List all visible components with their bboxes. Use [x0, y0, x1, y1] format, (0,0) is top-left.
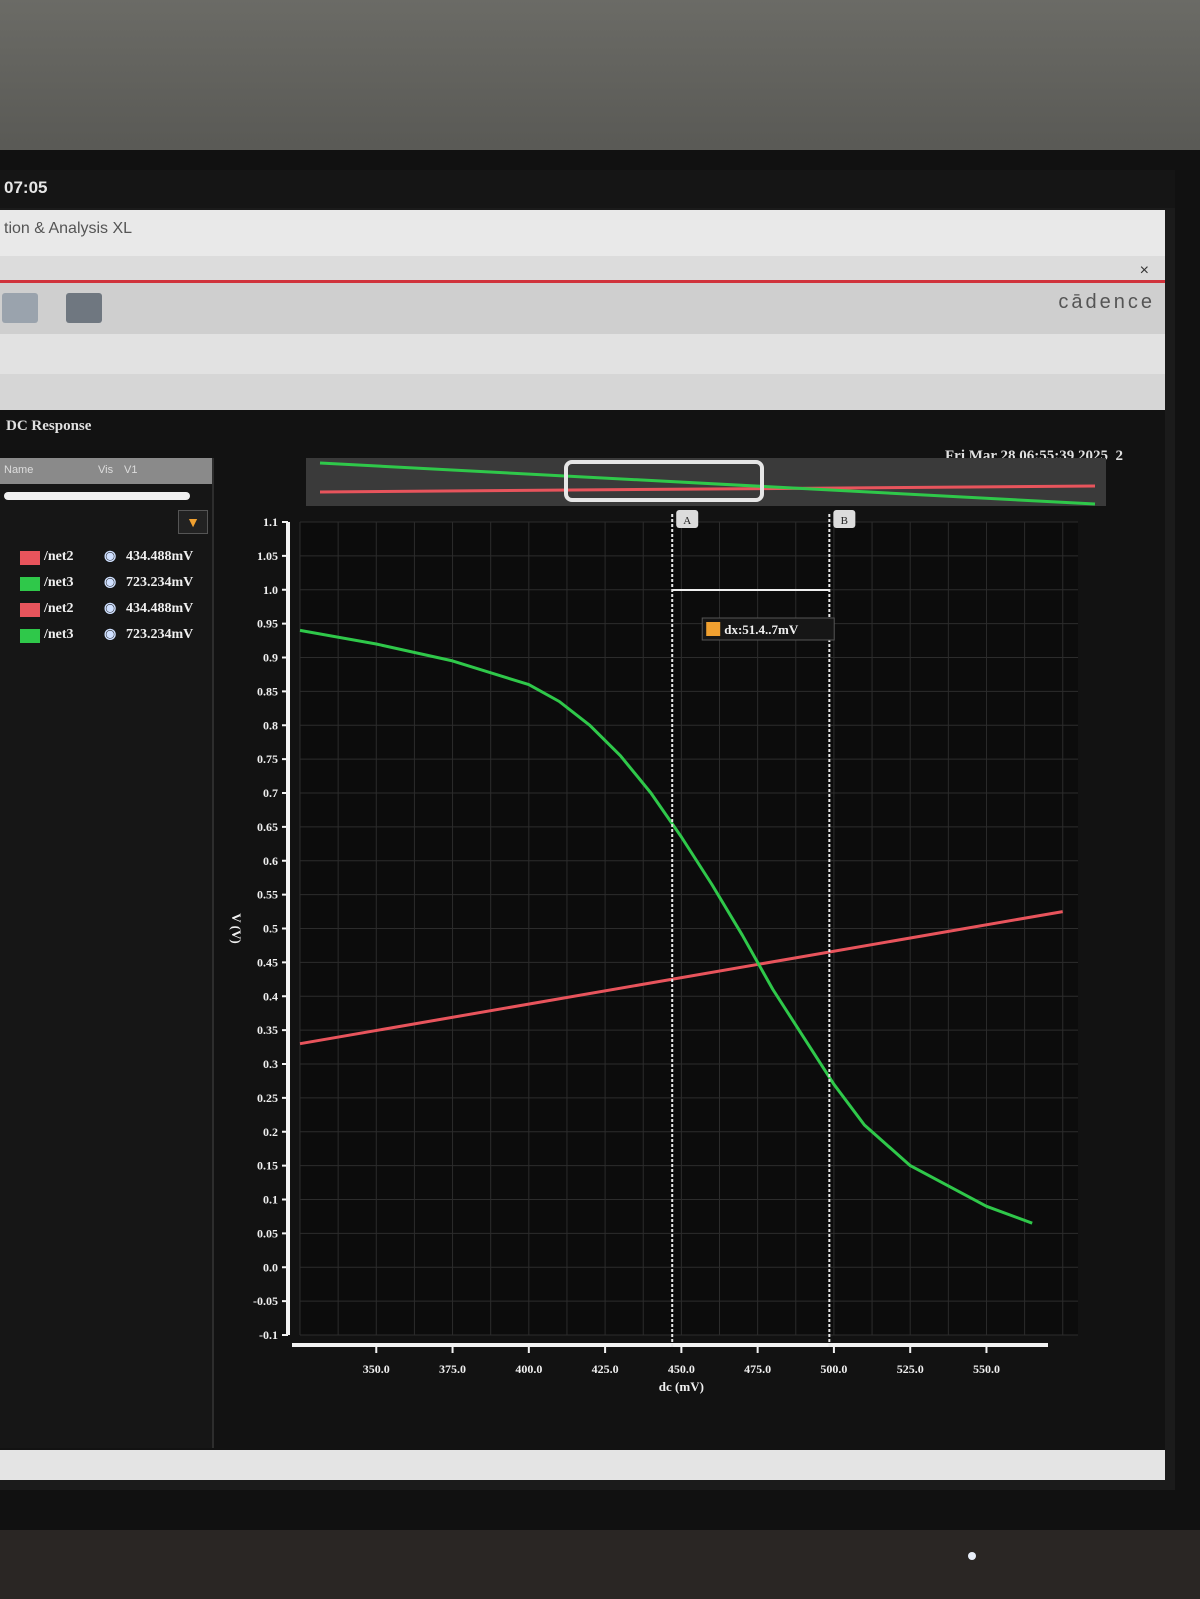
x-tick-label: 400.0	[515, 1362, 542, 1376]
y-tick-label: 1.0	[263, 583, 278, 597]
dc-response-chart: 1.1 1.05 1.0 0.95 0.9 0.85 0.8 0.75 0.7 0.65 0.6 0.…	[229, 458, 1106, 1394]
marker-a-label: A	[683, 515, 691, 527]
y-tick-label: 0.35	[257, 1023, 278, 1037]
x-tick-label: 475.0	[744, 1362, 771, 1376]
delta-swatch	[706, 622, 721, 636]
y-tick-label: 1.1	[263, 515, 278, 529]
y-tick-label: 0.3	[263, 1057, 278, 1071]
delta-readout: dx:51.4..7mV	[724, 622, 799, 637]
y-tick-label: 0.8	[263, 718, 278, 732]
y-tick-label: 0.2	[263, 1125, 278, 1139]
x-tick-label: 350.0	[363, 1362, 390, 1376]
x-tick-label: 375.0	[439, 1362, 466, 1376]
x-tick-label: 450.0	[668, 1362, 695, 1376]
y-tick-label: 1.05	[257, 549, 278, 563]
x-tick-label: 525.0	[897, 1362, 924, 1376]
y-tick-label: -0.05	[253, 1294, 278, 1308]
y-tick-label: 0.6	[263, 854, 278, 868]
y-tick-label: 0.65	[257, 820, 278, 834]
y-tick-label: 0.75	[257, 752, 278, 766]
overview-strip[interactable]	[306, 458, 1106, 506]
y-tick-label: 0.7	[263, 786, 278, 800]
y-tick-label: -0.1	[259, 1328, 278, 1342]
y-tick-label: 0.15	[257, 1159, 278, 1173]
y-tick-label: 0.95	[257, 617, 278, 631]
x-tick-label: 500.0	[820, 1362, 847, 1376]
y-tick-label: 0.55	[257, 888, 278, 902]
x-axis-label: dc (mV)	[659, 1379, 704, 1394]
y-axis-label: V (V)	[229, 913, 244, 943]
y-tick-label: 0.85	[257, 684, 278, 698]
y-tick-label: 0.4	[263, 989, 278, 1003]
y-tick-label: 0.45	[257, 955, 278, 969]
y-tick-label: 0.9	[263, 651, 278, 665]
y-tick-label: 0.05	[257, 1226, 278, 1240]
x-tick-label: 425.0	[592, 1362, 619, 1376]
y-tick-label: 0.5	[263, 922, 278, 936]
y-tick-label: 0.0	[263, 1260, 278, 1274]
y-tick-label: 0.1	[263, 1193, 278, 1207]
plot-area: 1.1 1.05 1.0 0.95 0.9 0.85 0.8 0.75 0.7 0.65 0.6 0.…	[229, 510, 1078, 1394]
marker-b-label: B	[841, 515, 848, 527]
x-tick-label: 550.0	[973, 1362, 1000, 1376]
y-tick-label: 0.25	[257, 1091, 278, 1105]
